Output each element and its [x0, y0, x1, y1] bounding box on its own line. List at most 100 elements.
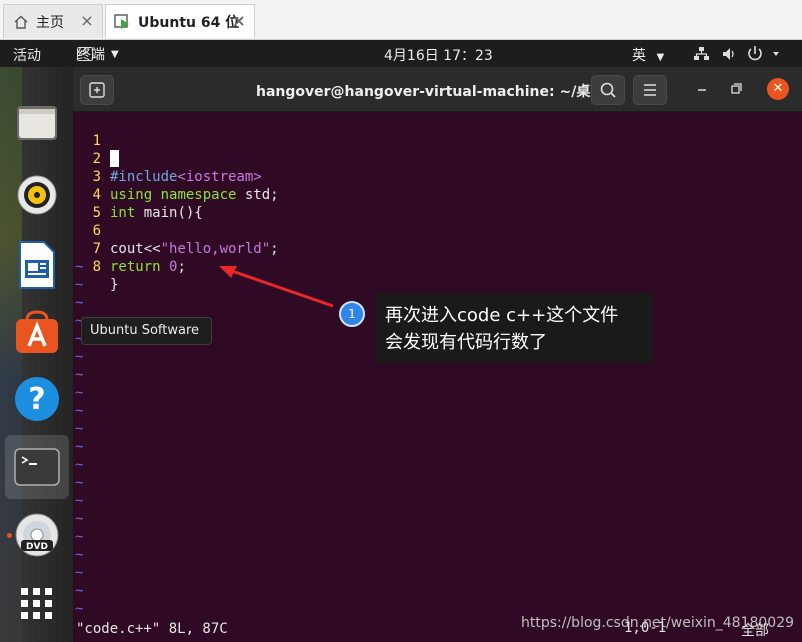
dock-rhythmbox[interactable] [5, 163, 69, 227]
home-icon [11, 12, 31, 32]
network-icon [694, 47, 709, 60]
annotation-number-badge: 1 [339, 301, 365, 327]
code-line: 7 return 0; [73, 222, 186, 275]
terminal-icon [14, 448, 60, 486]
tilde-marker: ~ [75, 259, 84, 275]
tilde-marker: ~ [75, 403, 84, 419]
close-icon[interactable]: × [79, 13, 95, 29]
menu-button[interactable] [633, 75, 667, 105]
tilde-marker: ~ [75, 421, 84, 437]
code-line: 6 cout<<"hello,world"; [73, 204, 279, 257]
maximize-button[interactable] [728, 81, 744, 97]
terminal-icon: > [77, 47, 93, 61]
vm-play-icon [113, 12, 133, 32]
terminal-title: hangover@hangover-virtual-machine: ~/桌面 [256, 84, 605, 100]
line-text: return 0; [110, 258, 186, 276]
gnome-top-bar: 活动 > 终端 ▼ 4月16日 17：23 英 ▼ [0, 40, 802, 67]
annotation-line-1: 再次进入code c++这个文件 [385, 305, 619, 326]
preprocessor-token: #include [110, 169, 178, 185]
keyword-token: using [110, 187, 153, 203]
text-cursor [110, 150, 119, 167]
dock-show-apps[interactable] [5, 572, 69, 636]
annotation-callout: 再次进入code c++这个文件 会发现有代码行数了 [376, 293, 653, 363]
show-apps-icon [21, 588, 52, 619]
activities-button[interactable]: 活动 [13, 45, 41, 65]
minimize-button[interactable] [694, 81, 710, 97]
dock-tooltip: Ubuntu Software [81, 317, 212, 345]
tab-home[interactable]: 主页 × [3, 4, 103, 38]
clock[interactable]: 4月16日 17：23 [384, 45, 493, 65]
tilde-marker: ~ [75, 475, 84, 491]
power-icon [748, 46, 762, 61]
keyword-token: namespace [160, 187, 237, 203]
search-button[interactable] [591, 75, 625, 105]
tilde-marker: ~ [75, 511, 84, 527]
new-tab-button[interactable] [80, 75, 114, 105]
tilde-marker: ~ [75, 493, 84, 509]
tilde-marker: ~ [75, 367, 84, 383]
dock-terminal[interactable] [5, 435, 69, 499]
tilde-marker: ~ [75, 439, 84, 455]
dock-writer[interactable] [5, 233, 69, 297]
system-tray[interactable] [693, 44, 793, 64]
plain-token: main(){ [135, 205, 203, 221]
code-line: 1 [73, 114, 119, 167]
line-text: using namespace std; [110, 186, 279, 204]
svg-text:DVD: DVD [26, 542, 48, 552]
dvd-icon: DVD [15, 513, 59, 557]
chevron-down-icon [773, 52, 779, 56]
close-icon: ✕ [772, 81, 784, 96]
tilde-marker: ~ [75, 295, 84, 311]
input-method-label: 英 [632, 48, 646, 64]
watermark: https://blog.csdn.net/weixin_48180029 [521, 615, 795, 631]
terminal-header-bar: hangover@hangover-virtual-machine: ~/桌面 … [73, 67, 802, 112]
hamburger-icon [644, 84, 656, 96]
tilde-marker: ~ [75, 277, 84, 293]
code-line: 4 int main(){ [73, 168, 203, 221]
keyword-token: return [110, 259, 161, 275]
tilde-marker: ~ [75, 385, 84, 401]
include-token: <iostream> [177, 169, 262, 185]
chevron-down-icon: ▼ [656, 52, 665, 63]
tilde-marker: ~ [75, 349, 84, 365]
app-menu[interactable]: > 终端 ▼ [77, 44, 119, 64]
vmware-tab-bar: 主页 × Ubuntu 64 位 × [0, 0, 802, 40]
input-method-menu[interactable]: 英 ▼ [632, 45, 664, 65]
tilde-marker: ~ [75, 583, 84, 599]
plain-token: std; [236, 187, 279, 203]
tilde-marker: ~ [75, 601, 84, 617]
line-text [110, 150, 119, 168]
terminal-body[interactable]: 1 2 #include<iostream> 3 using namespace… [73, 112, 802, 642]
plain-token: cout<< [110, 241, 161, 257]
help-icon: ? [15, 377, 59, 421]
restore-icon [731, 83, 742, 94]
vim-status-message: "code.c++" 8L, 87C [76, 621, 228, 637]
ubuntu-software-icon [16, 310, 58, 353]
rhythmbox-icon [17, 175, 57, 215]
close-button[interactable]: ✕ [767, 78, 789, 100]
line-text: cout<<"hello,world"; [110, 240, 279, 258]
dock-dvd[interactable]: DVD [5, 503, 69, 567]
string-token: "hello,world" [160, 241, 271, 257]
dock-files[interactable] [5, 91, 69, 155]
dock-help[interactable]: ? [5, 367, 69, 431]
code-line: 2 #include<iostream> [73, 132, 262, 185]
new-tab-icon [89, 82, 105, 98]
tilde-marker: ~ [75, 547, 84, 563]
annotation-line-2: 会发现有代码行数了 [385, 332, 547, 353]
tab-home-label: 主页 [36, 14, 64, 31]
close-icon[interactable]: × [231, 13, 247, 29]
line-text: #include<iostream> [110, 168, 262, 186]
tilde-marker: ~ [75, 529, 84, 545]
search-icon [600, 82, 616, 98]
plain-token: ; [177, 259, 186, 275]
tilde-marker: ~ [75, 457, 84, 473]
minimize-icon [698, 89, 706, 91]
code-line: 8 } [73, 240, 119, 293]
tab-ubuntu-vm[interactable]: Ubuntu 64 位 × [105, 4, 255, 38]
line-text: } [110, 277, 119, 293]
dock-ubuntu-software[interactable] [5, 300, 69, 364]
ubuntu-dock: ? DVD [0, 67, 73, 642]
tilde-marker: ~ [75, 565, 84, 581]
writer-icon [19, 241, 55, 289]
